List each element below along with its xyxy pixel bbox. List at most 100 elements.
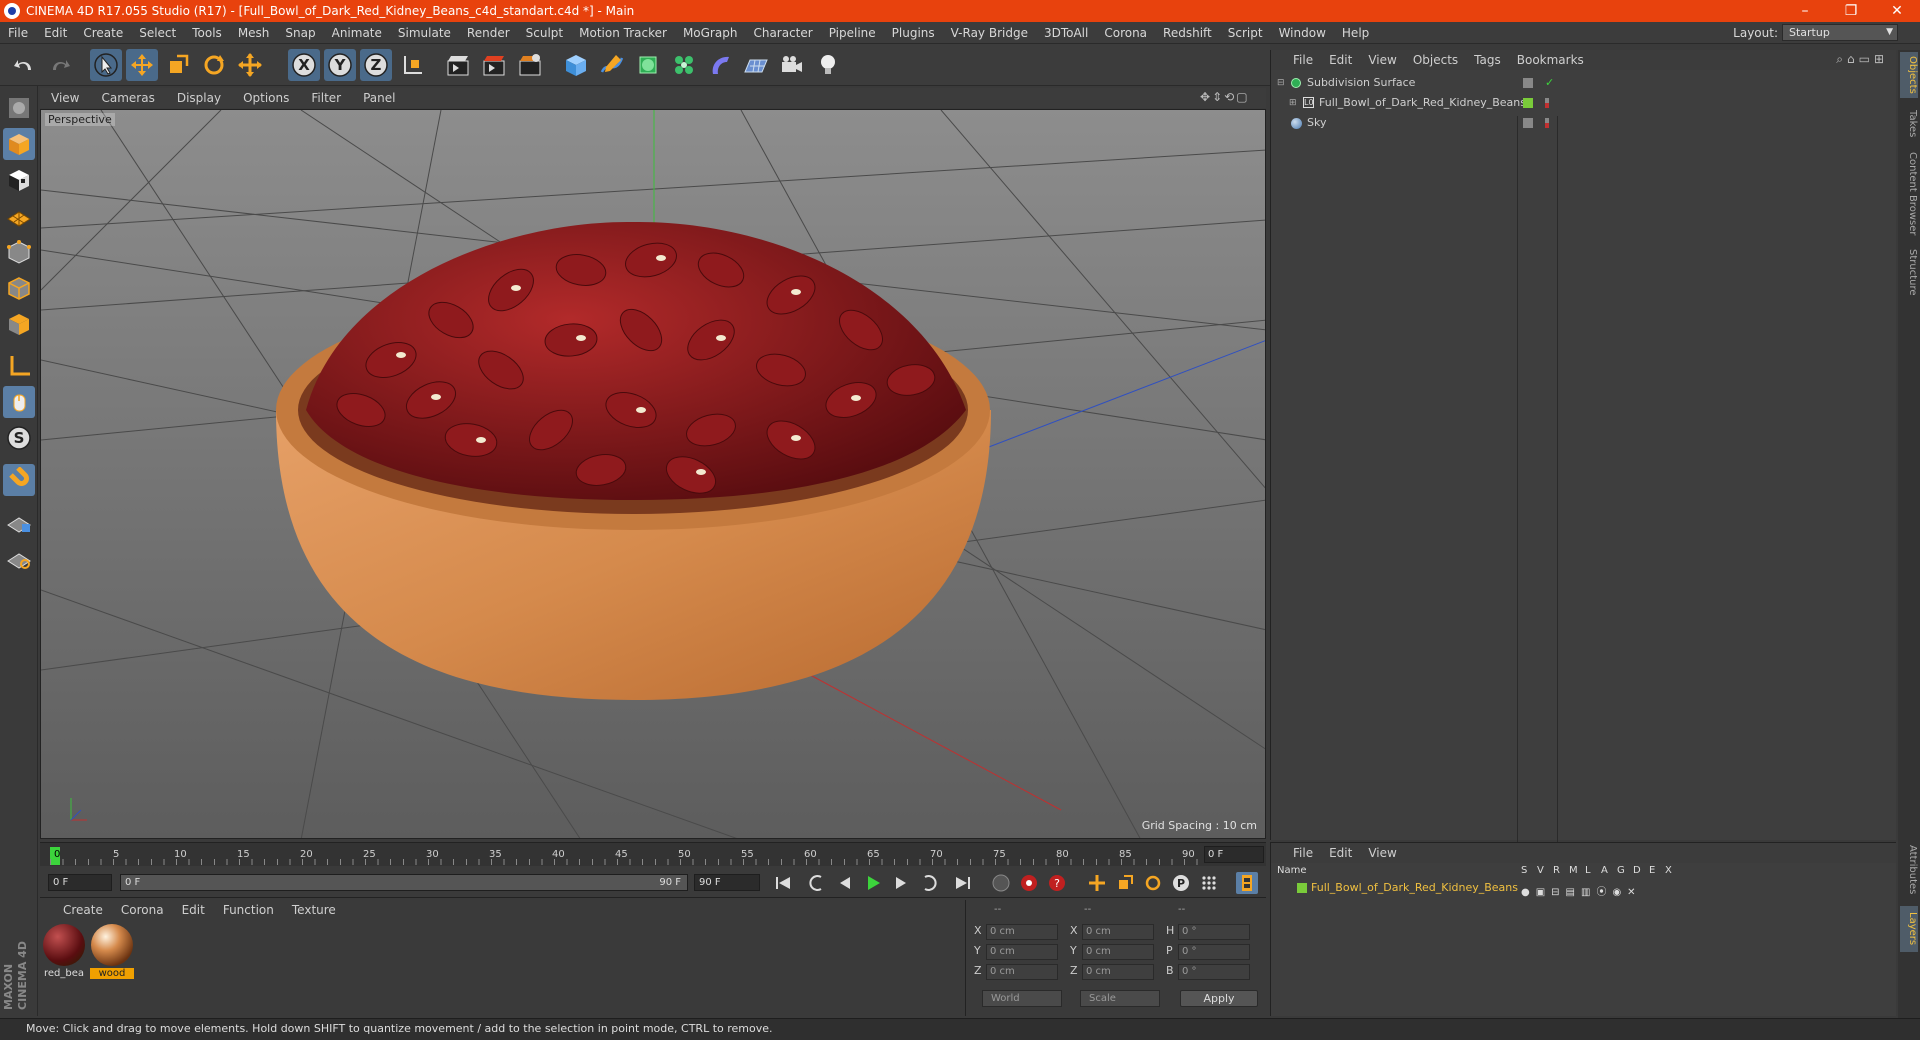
size-x-field[interactable]: 0 cm <box>1082 924 1154 940</box>
snap-button[interactable]: S <box>3 422 35 454</box>
menu-vray-bridge[interactable]: V-Ray Bridge <box>943 26 1036 40</box>
model-mode-button[interactable] <box>3 128 35 160</box>
scale-tool-button[interactable] <box>162 49 194 81</box>
edges-mode-button[interactable] <box>3 272 35 304</box>
workplane-rotate-button[interactable] <box>3 542 35 574</box>
menu-pipeline[interactable]: Pipeline <box>821 26 884 40</box>
tab-attributes[interactable]: Attributes <box>1900 840 1918 900</box>
layers-menu-edit[interactable]: Edit <box>1321 846 1360 860</box>
objects-menu-file[interactable]: File <box>1285 53 1321 67</box>
render-view-button[interactable] <box>442 49 474 81</box>
visibility-dots-icon[interactable] <box>1523 78 1533 88</box>
record-keys-button[interactable] <box>990 872 1012 894</box>
viewport-nav-icons[interactable]: ✥⇕⟲▢ <box>1200 90 1250 104</box>
points-mode-button[interactable] <box>3 236 35 268</box>
menu-edit[interactable]: Edit <box>36 26 75 40</box>
menu-motion-tracker[interactable]: Motion Tracker <box>571 26 675 40</box>
menu-tools[interactable]: Tools <box>184 26 230 40</box>
tab-objects[interactable]: Objects <box>1900 52 1918 98</box>
menu-script[interactable]: Script <box>1220 26 1271 40</box>
z-axis-lock-button[interactable]: Z <box>360 49 392 81</box>
previous-key-button[interactable] <box>806 872 828 894</box>
key-rotation-button[interactable] <box>1142 872 1164 894</box>
new-view-icon[interactable]: ▭ <box>1859 52 1874 66</box>
perspective-viewport[interactable]: Perspective Grid Spacing : 10 cm <box>40 109 1266 839</box>
menu-mograph[interactable]: MoGraph <box>675 26 746 40</box>
tree-collapse-icon[interactable]: ⊟ <box>1277 74 1285 92</box>
objects-menu-bookmarks[interactable]: Bookmarks <box>1509 53 1592 67</box>
make-editable-button[interactable] <box>3 92 35 124</box>
size-mode-dropdown[interactable]: Scale <box>1080 990 1160 1007</box>
menu-plugins[interactable]: Plugins <box>884 26 943 40</box>
add-deformer-button[interactable] <box>704 49 736 81</box>
menu-corona[interactable]: Corona <box>1096 26 1155 40</box>
workplane-lock-button[interactable] <box>3 506 35 538</box>
texture-mode-button[interactable] <box>3 164 35 196</box>
viewport-menu-cameras[interactable]: Cameras <box>90 91 165 105</box>
rotation-h-field[interactable]: 0 ° <box>1178 924 1250 940</box>
object-manager-tools[interactable]: ⌕⌂▭⊞ <box>1836 52 1888 67</box>
menu-animate[interactable]: Animate <box>324 26 390 40</box>
layers-menu-file[interactable]: File <box>1285 846 1321 860</box>
zoom-icon[interactable]: ⇕ <box>1212 90 1224 104</box>
objects-menu-objects[interactable]: Objects <box>1405 53 1466 67</box>
home-icon[interactable]: ⌂ <box>1847 52 1859 66</box>
object-row-sky[interactable]: Sky <box>1275 114 1895 132</box>
menu-simulate[interactable]: Simulate <box>390 26 459 40</box>
orbit-icon[interactable]: ⟲ <box>1224 90 1236 104</box>
layer-color-swatch[interactable] <box>1297 883 1307 893</box>
next-key-button[interactable] <box>918 872 940 894</box>
position-z-field[interactable]: 0 cm <box>986 964 1058 980</box>
menu-create[interactable]: Create <box>75 26 131 40</box>
add-light-button[interactable] <box>812 49 844 81</box>
tree-expand-icon[interactable]: ⊞ <box>1289 94 1297 112</box>
pan-icon[interactable]: ✥ <box>1200 90 1212 104</box>
visibility-dots-icon[interactable] <box>1545 98 1549 108</box>
undo-button[interactable] <box>8 49 40 81</box>
menu-file[interactable]: File <box>0 26 36 40</box>
timeline-window-button[interactable] <box>1236 872 1258 894</box>
material-menu-function[interactable]: Function <box>214 903 283 917</box>
auto-keying-button[interactable] <box>1018 872 1040 894</box>
key-scale-button[interactable] <box>1114 872 1136 894</box>
add-floor-button[interactable] <box>740 49 772 81</box>
menu-select[interactable]: Select <box>131 26 184 40</box>
coordinate-system-button[interactable] <box>396 49 428 81</box>
live-selection-button[interactable] <box>90 49 122 81</box>
viewport-menu-view[interactable]: View <box>40 91 90 105</box>
viewport-menu-options[interactable]: Options <box>232 91 300 105</box>
rotation-b-field[interactable]: 0 ° <box>1178 964 1250 980</box>
add-spline-button[interactable] <box>596 49 628 81</box>
menu-character[interactable]: Character <box>745 26 820 40</box>
add-camera-button[interactable] <box>776 49 808 81</box>
menu-snap[interactable]: Snap <box>277 26 323 40</box>
menu-sculpt[interactable]: Sculpt <box>518 26 571 40</box>
add-subdivision-button[interactable] <box>632 49 664 81</box>
key-parameter-button[interactable]: P <box>1170 872 1192 894</box>
object-row-subdivision-surface[interactable]: ⊟ Subdivision Surface ✓ <box>1275 74 1895 92</box>
material-swatch-wood[interactable]: wood <box>90 924 134 980</box>
objects-menu-view[interactable]: View <box>1360 53 1404 67</box>
y-axis-lock-button[interactable]: Y <box>324 49 356 81</box>
restore-button[interactable]: ❐ <box>1828 0 1874 22</box>
menu-3dtoall[interactable]: 3DToAll <box>1036 26 1096 40</box>
key-pla-button[interactable] <box>1198 872 1220 894</box>
end-frame-field[interactable]: 90 F <box>694 874 760 891</box>
close-button[interactable]: ✕ <box>1874 0 1920 22</box>
material-menu-corona[interactable]: Corona <box>112 903 173 917</box>
layer-color-swatch[interactable] <box>1523 98 1533 108</box>
apply-button[interactable]: Apply <box>1180 990 1258 1007</box>
viewport-menu-filter[interactable]: Filter <box>300 91 352 105</box>
object-row-kidney-beans[interactable]: ⊞ L0 Full_Bowl_of_Dark_Red_Kidney_Beans <box>1275 94 1895 112</box>
polygons-mode-button[interactable] <box>3 308 35 340</box>
material-menu-edit[interactable]: Edit <box>173 903 214 917</box>
size-y-field[interactable]: 0 cm <box>1082 944 1154 960</box>
menu-mesh[interactable]: Mesh <box>230 26 278 40</box>
enabled-check-icon[interactable]: ✓ <box>1545 74 1554 92</box>
menu-window[interactable]: Window <box>1271 26 1334 40</box>
layers-menu-view[interactable]: View <box>1360 846 1404 860</box>
next-frame-button[interactable] <box>890 872 912 894</box>
start-frame-field[interactable]: 0 F <box>48 874 112 891</box>
render-dots-icon[interactable] <box>1545 118 1549 128</box>
edit-render-settings-button[interactable] <box>514 49 546 81</box>
